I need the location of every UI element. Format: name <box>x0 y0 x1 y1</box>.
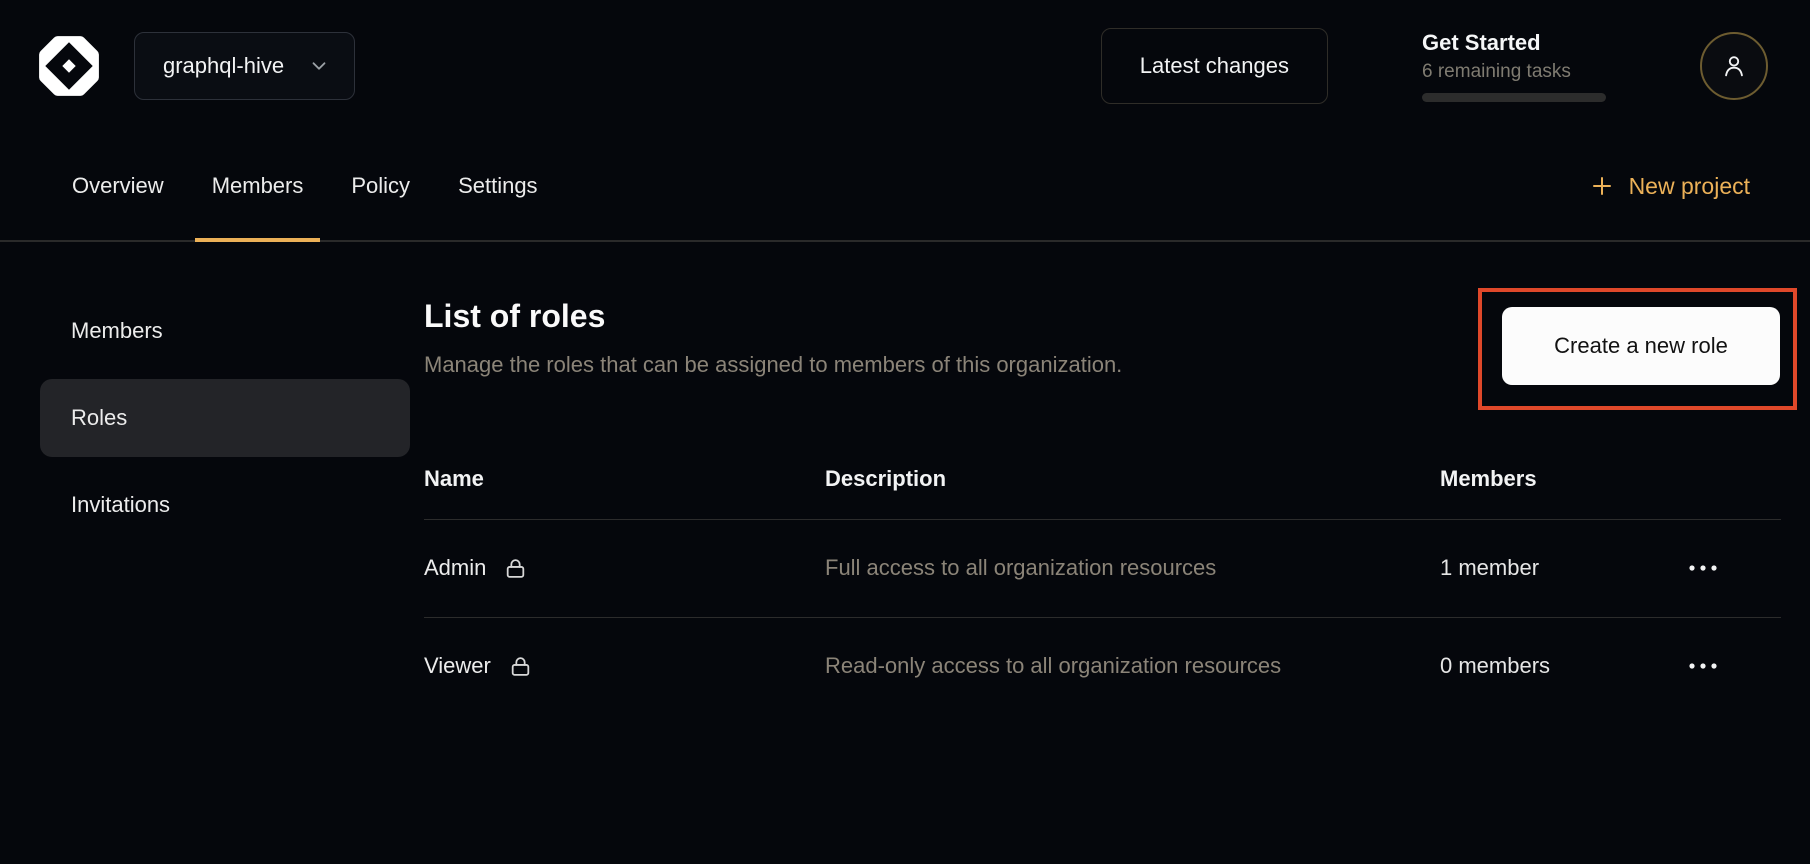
latest-changes-button[interactable]: Latest changes <box>1101 28 1328 104</box>
roles-panel: List of roles Manage the roles that can … <box>424 292 1810 714</box>
tab-members[interactable]: Members <box>195 132 321 240</box>
table-row-viewer: Viewer Read-only access to all organizat… <box>424 618 1781 715</box>
sidebar-item-invitations[interactable]: Invitations <box>40 466 410 544</box>
tab-settings[interactable]: Settings <box>441 132 555 240</box>
role-actions-cell <box>1670 554 1781 582</box>
members-sidebar: Members Roles Invitations <box>0 292 424 714</box>
column-header-description: Description <box>825 466 1440 492</box>
lock-icon <box>503 556 528 581</box>
roles-panel-header: List of roles Manage the roles that can … <box>424 292 1781 410</box>
get-started-remaining-tasks: 6 remaining tasks <box>1422 61 1608 83</box>
roles-table-header: Name Description Members <box>424 438 1781 520</box>
plus-icon <box>1590 174 1614 198</box>
role-description: Read-only access to all organization res… <box>825 646 1440 687</box>
organization-name: graphql-hive <box>163 53 284 79</box>
get-started-progress-bar <box>1422 93 1606 102</box>
lock-icon <box>508 654 533 679</box>
role-description: Full access to all organization resource… <box>825 548 1440 589</box>
annotation-highlight-box: Create a new role <box>1478 288 1797 410</box>
page-content: Members Roles Invitations List of roles … <box>0 242 1810 714</box>
ellipsis-icon <box>1688 662 1718 670</box>
role-member-count: 0 members <box>1440 653 1670 679</box>
role-name-cell: Viewer <box>424 653 825 679</box>
role-name: Viewer <box>424 653 491 679</box>
roles-heading-block: List of roles Manage the roles that can … <box>424 292 1122 378</box>
org-tab-bar: Overview Members Policy Settings New pro… <box>0 132 1810 242</box>
chevron-down-icon <box>308 55 330 77</box>
tab-overview[interactable]: Overview <box>55 132 181 240</box>
user-avatar[interactable] <box>1700 32 1768 100</box>
organization-selector[interactable]: graphql-hive <box>134 32 355 100</box>
create-new-role-button[interactable]: Create a new role <box>1502 307 1780 385</box>
hive-logo-icon <box>36 33 102 99</box>
get-started-title: Get Started <box>1422 30 1608 56</box>
role-name-cell: Admin <box>424 555 825 581</box>
role-name: Admin <box>424 555 486 581</box>
user-icon <box>1720 52 1748 80</box>
row-menu-button[interactable] <box>1678 554 1728 582</box>
new-project-label: New project <box>1629 173 1750 200</box>
sidebar-item-roles[interactable]: Roles <box>40 379 410 457</box>
column-header-name: Name <box>424 466 825 492</box>
top-header: graphql-hive Latest changes Get Started … <box>0 0 1810 132</box>
role-member-count: 1 member <box>1440 555 1670 581</box>
ellipsis-icon <box>1688 564 1718 572</box>
page-subtitle: Manage the roles that can be assigned to… <box>424 352 1122 378</box>
get-started-widget[interactable]: Get Started 6 remaining tasks <box>1422 30 1608 102</box>
row-menu-button[interactable] <box>1678 652 1728 680</box>
table-row-admin: Admin Full access to all organization re… <box>424 520 1781 618</box>
tab-policy[interactable]: Policy <box>334 132 427 240</box>
page-title: List of roles <box>424 298 1122 335</box>
column-header-members: Members <box>1440 466 1670 492</box>
roles-table: Name Description Members Admin Full acc <box>424 438 1781 714</box>
sidebar-item-members[interactable]: Members <box>40 292 410 370</box>
role-actions-cell <box>1670 652 1781 680</box>
new-project-button[interactable]: New project <box>1590 132 1750 240</box>
